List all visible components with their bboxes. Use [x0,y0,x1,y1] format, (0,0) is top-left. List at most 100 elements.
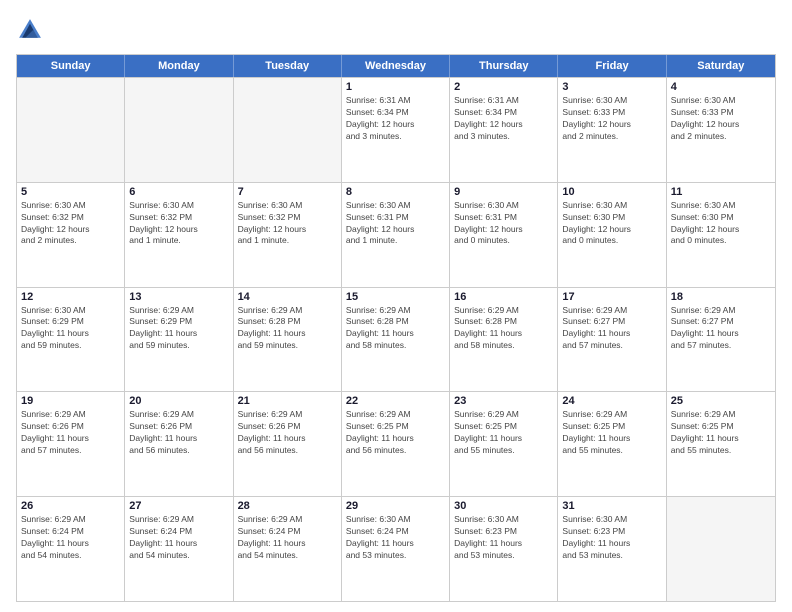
day-number: 28 [238,500,337,512]
day-number: 4 [671,81,771,93]
day-of-week-wednesday: Wednesday [342,55,450,77]
day-info: Sunrise: 6:30 AM Sunset: 6:32 PM Dayligh… [21,200,120,248]
day-info: Sunrise: 6:30 AM Sunset: 6:32 PM Dayligh… [129,200,228,248]
calendar-cell: 18 Sunrise: 6:29 AM Sunset: 6:27 PM Dayli… [667,288,775,392]
day-of-week-saturday: Saturday [667,55,775,77]
calendar-cell: 23Sunrise: 6:29 AM Sunset: 6:25 PM Dayli… [450,392,558,496]
day-number: 29 [346,500,445,512]
day-number: 1 [346,81,445,93]
calendar-cell: 29 Sunrise: 6:30 AM Sunset: 6:24 PM Dayli… [342,497,450,601]
calendar-week-5: 26 Sunrise: 6:29 AM Sunset: 6:24 PM Dayli… [17,496,775,601]
day-info: Sunrise: 6:29 AM Sunset: 6:27 PM Dayligh… [562,305,661,353]
calendar-cell: 26 Sunrise: 6:29 AM Sunset: 6:24 PM Dayli… [17,497,125,601]
day-info: Sunrise: 6:29 AM Sunset: 6:28 PM Dayligh… [454,305,553,353]
day-number: 20 [129,395,228,407]
calendar-cell: 1 Sunrise: 6:31 AM Sunset: 6:34 PM Daylig… [342,78,450,182]
calendar-cell: 24 Sunrise: 6:29 AM Sunset: 6:25 PM Dayli… [558,392,666,496]
calendar-week-2: 5 Sunrise: 6:30 AM Sunset: 6:32 PM Daylig… [17,182,775,287]
day-info: Sunrise: 6:29 AM Sunset: 6:25 PM Dayligh… [562,409,661,457]
calendar-cell: 28 Sunrise: 6:29 AM Sunset: 6:24 PM Dayli… [234,497,342,601]
calendar-cell: 3Sunrise: 6:30 AM Sunset: 6:33 PM Daylig… [558,78,666,182]
calendar-cell [667,497,775,601]
day-number: 3 [562,81,661,93]
calendar-cell: 13 Sunrise: 6:29 AM Sunset: 6:29 PM Dayli… [125,288,233,392]
day-number: 25 [671,395,771,407]
header [16,16,776,44]
calendar-cell: 21 Sunrise: 6:29 AM Sunset: 6:26 PM Dayli… [234,392,342,496]
calendar-cell: 31Sunrise: 6:30 AM Sunset: 6:23 PM Dayli… [558,497,666,601]
calendar-cell: 10 Sunrise: 6:30 AM Sunset: 6:30 PM Dayli… [558,183,666,287]
calendar-cell [125,78,233,182]
calendar-header: SundayMondayTuesdayWednesdayThursdayFrid… [17,55,775,77]
day-info: Sunrise: 6:30 AM Sunset: 6:33 PM Dayligh… [671,95,771,143]
day-info: Sunrise: 6:30 AM Sunset: 6:24 PM Dayligh… [346,514,445,562]
day-number: 26 [21,500,120,512]
calendar-week-4: 19Sunrise: 6:29 AM Sunset: 6:26 PM Dayli… [17,391,775,496]
day-info: Sunrise: 6:29 AM Sunset: 6:25 PM Dayligh… [346,409,445,457]
day-info: Sunrise: 6:29 AM Sunset: 6:28 PM Dayligh… [346,305,445,353]
day-info: Sunrise: 6:29 AM Sunset: 6:25 PM Dayligh… [671,409,771,457]
day-number: 21 [238,395,337,407]
day-number: 8 [346,186,445,198]
day-info: Sunrise: 6:29 AM Sunset: 6:26 PM Dayligh… [238,409,337,457]
day-number: 16 [454,291,553,303]
calendar-cell: 7 Sunrise: 6:30 AM Sunset: 6:32 PM Daylig… [234,183,342,287]
day-info: Sunrise: 6:29 AM Sunset: 6:29 PM Dayligh… [129,305,228,353]
day-number: 24 [562,395,661,407]
day-number: 2 [454,81,553,93]
day-number: 10 [562,186,661,198]
day-number: 11 [671,186,771,198]
calendar-cell: 2Sunrise: 6:31 AM Sunset: 6:34 PM Daylig… [450,78,558,182]
day-info: Sunrise: 6:29 AM Sunset: 6:24 PM Dayligh… [129,514,228,562]
calendar-cell: 22 Sunrise: 6:29 AM Sunset: 6:25 PM Dayli… [342,392,450,496]
day-number: 6 [129,186,228,198]
calendar: SundayMondayTuesdayWednesdayThursdayFrid… [16,54,776,602]
calendar-cell: 5 Sunrise: 6:30 AM Sunset: 6:32 PM Daylig… [17,183,125,287]
day-info: Sunrise: 6:30 AM Sunset: 6:30 PM Dayligh… [671,200,771,248]
day-info: Sunrise: 6:29 AM Sunset: 6:27 PM Dayligh… [671,305,771,353]
day-info: Sunrise: 6:29 AM Sunset: 6:26 PM Dayligh… [129,409,228,457]
calendar-cell: 20 Sunrise: 6:29 AM Sunset: 6:26 PM Dayli… [125,392,233,496]
day-number: 14 [238,291,337,303]
day-number: 7 [238,186,337,198]
day-info: Sunrise: 6:30 AM Sunset: 6:32 PM Dayligh… [238,200,337,248]
calendar-cell [17,78,125,182]
day-number: 12 [21,291,120,303]
day-info: Sunrise: 6:29 AM Sunset: 6:25 PM Dayligh… [454,409,553,457]
calendar-cell: 27 Sunrise: 6:29 AM Sunset: 6:24 PM Dayli… [125,497,233,601]
day-of-week-friday: Friday [558,55,666,77]
day-number: 31 [562,500,661,512]
day-number: 18 [671,291,771,303]
calendar-body: 1 Sunrise: 6:31 AM Sunset: 6:34 PM Daylig… [17,77,775,601]
calendar-cell [234,78,342,182]
day-number: 5 [21,186,120,198]
calendar-cell: 8 Sunrise: 6:30 AM Sunset: 6:31 PM Daylig… [342,183,450,287]
calendar-cell: 4 Sunrise: 6:30 AM Sunset: 6:33 PM Daylig… [667,78,775,182]
day-info: Sunrise: 6:30 AM Sunset: 6:30 PM Dayligh… [562,200,661,248]
logo-icon [16,16,44,44]
calendar-cell: 19Sunrise: 6:29 AM Sunset: 6:26 PM Dayli… [17,392,125,496]
calendar-cell: 14 Sunrise: 6:29 AM Sunset: 6:28 PM Dayli… [234,288,342,392]
day-number: 17 [562,291,661,303]
calendar-cell: 17 Sunrise: 6:29 AM Sunset: 6:27 PM Dayli… [558,288,666,392]
calendar-cell: 9 Sunrise: 6:30 AM Sunset: 6:31 PM Daylig… [450,183,558,287]
calendar-cell: 16 Sunrise: 6:29 AM Sunset: 6:28 PM Dayli… [450,288,558,392]
day-info: Sunrise: 6:29 AM Sunset: 6:24 PM Dayligh… [238,514,337,562]
page-container: SundayMondayTuesdayWednesdayThursdayFrid… [0,0,792,612]
calendar-cell: 25 Sunrise: 6:29 AM Sunset: 6:25 PM Dayli… [667,392,775,496]
day-number: 13 [129,291,228,303]
day-of-week-monday: Monday [125,55,233,77]
day-info: Sunrise: 6:30 AM Sunset: 6:31 PM Dayligh… [454,200,553,248]
day-info: Sunrise: 6:30 AM Sunset: 6:31 PM Dayligh… [346,200,445,248]
calendar-week-1: 1 Sunrise: 6:31 AM Sunset: 6:34 PM Daylig… [17,77,775,182]
day-info: Sunrise: 6:29 AM Sunset: 6:26 PM Dayligh… [21,409,120,457]
day-number: 9 [454,186,553,198]
day-info: Sunrise: 6:31 AM Sunset: 6:34 PM Dayligh… [346,95,445,143]
day-info: Sunrise: 6:30 AM Sunset: 6:23 PM Dayligh… [454,514,553,562]
day-number: 22 [346,395,445,407]
day-number: 15 [346,291,445,303]
day-number: 27 [129,500,228,512]
day-info: Sunrise: 6:29 AM Sunset: 6:28 PM Dayligh… [238,305,337,353]
day-info: Sunrise: 6:29 AM Sunset: 6:24 PM Dayligh… [21,514,120,562]
calendar-week-3: 12Sunrise: 6:30 AM Sunset: 6:29 PM Dayli… [17,287,775,392]
